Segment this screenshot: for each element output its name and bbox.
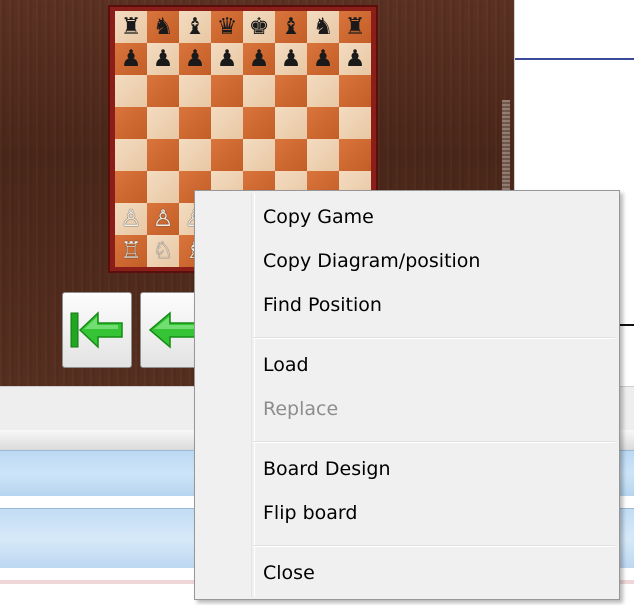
square-g5[interactable] bbox=[307, 107, 339, 139]
square-g4[interactable] bbox=[307, 139, 339, 171]
menu-item-find-position[interactable]: Find Position bbox=[263, 294, 382, 316]
square-g6[interactable] bbox=[307, 75, 339, 107]
square-e4[interactable] bbox=[243, 139, 275, 171]
square-a6[interactable] bbox=[115, 75, 147, 107]
square-c4[interactable] bbox=[179, 139, 211, 171]
square-b4[interactable] bbox=[147, 139, 179, 171]
square-a8[interactable]: ♜ bbox=[115, 11, 147, 43]
square-f7[interactable]: ♟ bbox=[275, 43, 307, 75]
square-g7[interactable]: ♟ bbox=[307, 43, 339, 75]
square-d4[interactable] bbox=[211, 139, 243, 171]
square-b8[interactable]: ♞ bbox=[147, 11, 179, 43]
square-h6[interactable] bbox=[339, 75, 371, 107]
square-f6[interactable] bbox=[275, 75, 307, 107]
square-d7[interactable]: ♟ bbox=[211, 43, 243, 75]
chess-piece[interactable]: ♛ bbox=[217, 15, 238, 39]
chess-piece[interactable]: ♞ bbox=[153, 15, 174, 39]
square-c5[interactable] bbox=[179, 107, 211, 139]
square-b1[interactable]: ♘ bbox=[147, 235, 179, 267]
chess-piece[interactable]: ♟ bbox=[281, 47, 302, 71]
chess-piece[interactable]: ♟ bbox=[217, 47, 238, 71]
square-h4[interactable] bbox=[339, 139, 371, 171]
square-f4[interactable] bbox=[275, 139, 307, 171]
square-g8[interactable]: ♞ bbox=[307, 11, 339, 43]
chess-piece[interactable]: ♟ bbox=[121, 47, 142, 71]
square-e7[interactable]: ♟ bbox=[243, 43, 275, 75]
square-a2[interactable]: ♙ bbox=[115, 203, 147, 235]
menu-separator bbox=[253, 441, 615, 443]
chess-piece[interactable]: ♖ bbox=[121, 239, 142, 263]
square-e5[interactable] bbox=[243, 107, 275, 139]
square-a7[interactable]: ♟ bbox=[115, 43, 147, 75]
square-h8[interactable]: ♜ bbox=[339, 11, 371, 43]
square-d5[interactable] bbox=[211, 107, 243, 139]
chess-piece[interactable]: ♝ bbox=[281, 15, 302, 39]
context-menu: Copy Game Copy Diagram/position Find Pos… bbox=[194, 190, 620, 600]
chess-piece[interactable]: ♜ bbox=[345, 15, 366, 39]
first-move-button[interactable] bbox=[62, 292, 132, 368]
menu-item-load[interactable]: Load bbox=[263, 354, 309, 376]
chess-piece[interactable]: ♟ bbox=[185, 47, 206, 71]
chess-piece[interactable]: ♟ bbox=[345, 47, 366, 71]
menu-item-copy-diagram[interactable]: Copy Diagram/position bbox=[263, 250, 480, 272]
chess-piece[interactable]: ♟ bbox=[153, 47, 174, 71]
chess-piece[interactable]: ♟ bbox=[249, 47, 270, 71]
square-e8[interactable]: ♚ bbox=[243, 11, 275, 43]
square-a3[interactable] bbox=[115, 171, 147, 203]
chess-piece[interactable]: ♘ bbox=[153, 239, 174, 263]
chess-piece[interactable]: ♟ bbox=[313, 47, 334, 71]
square-b3[interactable] bbox=[147, 171, 179, 203]
arrow-left-bar-icon bbox=[70, 311, 123, 349]
menu-separator bbox=[253, 337, 615, 339]
notation-divider bbox=[515, 58, 634, 60]
chess-piece[interactable]: ♙ bbox=[153, 207, 174, 231]
menu-icon-gutter bbox=[251, 193, 255, 597]
menu-item-close[interactable]: Close bbox=[263, 562, 315, 584]
square-b5[interactable] bbox=[147, 107, 179, 139]
square-e6[interactable] bbox=[243, 75, 275, 107]
square-h7[interactable]: ♟ bbox=[339, 43, 371, 75]
square-d8[interactable]: ♛ bbox=[211, 11, 243, 43]
board-panel-scrollbar[interactable] bbox=[502, 100, 510, 200]
menu-item-copy-game[interactable]: Copy Game bbox=[263, 206, 374, 228]
menu-item-flip-board[interactable]: Flip board bbox=[263, 502, 357, 524]
square-a5[interactable] bbox=[115, 107, 147, 139]
square-c7[interactable]: ♟ bbox=[179, 43, 211, 75]
square-c8[interactable]: ♝ bbox=[179, 11, 211, 43]
square-b2[interactable]: ♙ bbox=[147, 203, 179, 235]
square-a4[interactable] bbox=[115, 139, 147, 171]
chess-piece[interactable]: ♞ bbox=[313, 15, 334, 39]
chess-piece[interactable]: ♝ bbox=[185, 15, 206, 39]
menu-separator bbox=[253, 545, 615, 547]
square-b6[interactable] bbox=[147, 75, 179, 107]
square-b7[interactable]: ♟ bbox=[147, 43, 179, 75]
chess-piece[interactable]: ♜ bbox=[121, 15, 142, 39]
chess-piece[interactable]: ♚ bbox=[249, 15, 270, 39]
square-a1[interactable]: ♖ bbox=[115, 235, 147, 267]
menu-item-board-design[interactable]: Board Design bbox=[263, 458, 390, 480]
square-f5[interactable] bbox=[275, 107, 307, 139]
square-c6[interactable] bbox=[179, 75, 211, 107]
square-h5[interactable] bbox=[339, 107, 371, 139]
square-f8[interactable]: ♝ bbox=[275, 11, 307, 43]
square-d6[interactable] bbox=[211, 75, 243, 107]
chess-piece[interactable]: ♙ bbox=[121, 207, 142, 231]
menu-item-replace: Replace bbox=[263, 398, 339, 420]
